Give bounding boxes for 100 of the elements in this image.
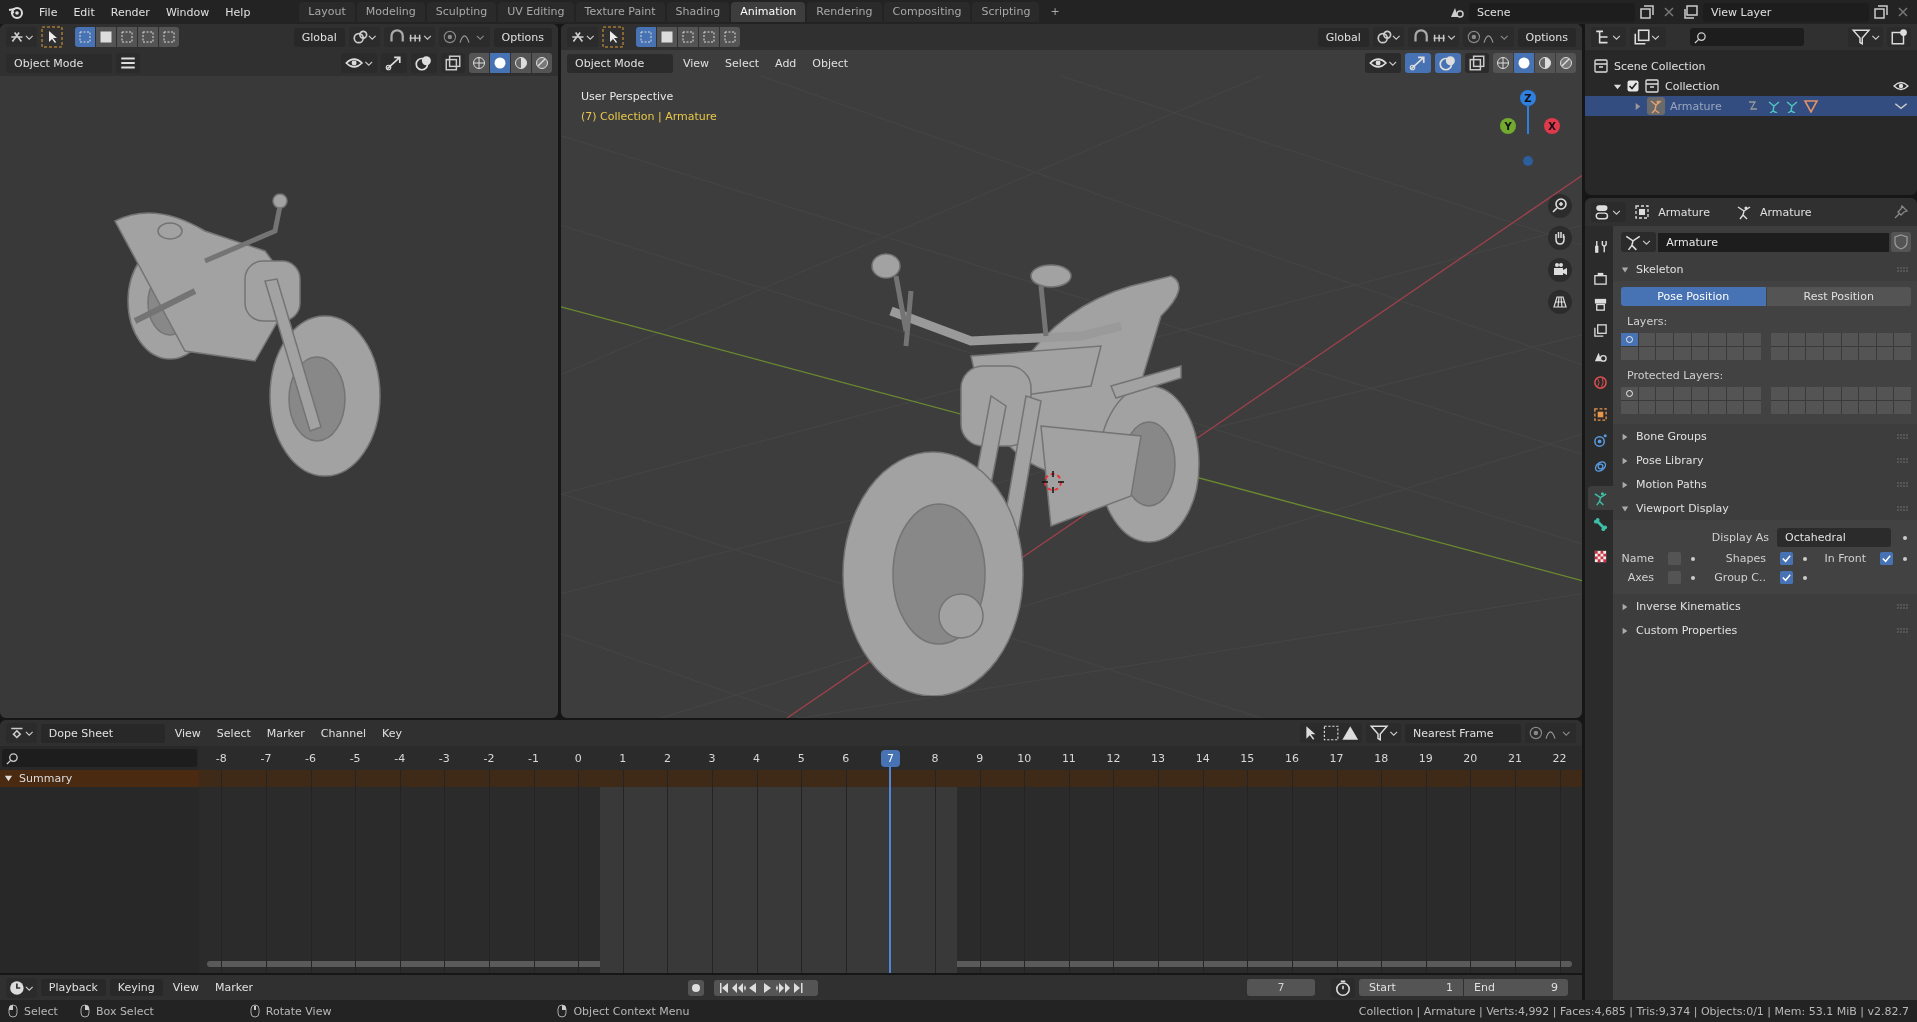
disclosure-triangle-icon[interactable] <box>1621 626 1629 635</box>
position-toggle[interactable]: Rest Position <box>1766 287 1911 306</box>
layer-toggle[interactable] <box>1841 333 1859 346</box>
physics-tab-icon[interactable] <box>1593 432 1608 448</box>
copy-icon[interactable] <box>1639 4 1655 20</box>
frame-number[interactable]: -7 <box>256 750 276 766</box>
xray-icon[interactable] <box>1465 53 1489 73</box>
display-as-dropdown[interactable]: Octahedral <box>1777 528 1891 547</box>
frame-number[interactable]: 16 <box>1280 750 1303 766</box>
menu-item[interactable]: Channel <box>314 723 372 743</box>
options-dropdown[interactable]: Options <box>1517 27 1576 47</box>
disclosure-triangle-icon[interactable] <box>1621 456 1629 465</box>
frame-number[interactable]: 10 <box>1013 750 1036 766</box>
frame-number[interactable]: 1 <box>615 750 631 766</box>
layer-toggle[interactable] <box>1656 333 1673 346</box>
clock-icon[interactable] <box>6 977 37 998</box>
horizontal-scrollbar[interactable] <box>207 961 1572 967</box>
overlays-toggle-icon[interactable] <box>410 53 437 73</box>
disclosure-triangle-icon[interactable] <box>1621 504 1629 513</box>
layer-toggle[interactable] <box>1691 347 1709 360</box>
layer-toggle[interactable] <box>1876 333 1894 346</box>
disclosure-triangle-icon[interactable] <box>1621 265 1629 274</box>
layer-toggle[interactable] <box>1771 401 1788 414</box>
layer-toggle[interactable] <box>1788 347 1806 360</box>
layer-toggle[interactable] <box>1771 347 1788 360</box>
panel-header[interactable]: Skeleton <box>1613 258 1917 281</box>
layer-toggle[interactable] <box>1823 401 1841 414</box>
frame-number[interactable]: -1 <box>524 750 544 766</box>
axis-handle[interactable]: Z <box>1520 90 1536 106</box>
scene-field[interactable]: Scene <box>1469 2 1635 22</box>
add-workspace-button[interactable]: + <box>1041 2 1069 22</box>
frame-number[interactable]: -5 <box>345 750 365 766</box>
blender-logo-icon[interactable] <box>8 4 24 20</box>
menu-icon[interactable] <box>116 53 140 73</box>
checkbox[interactable] <box>1880 552 1893 565</box>
panel-title[interactable]: Motion Paths <box>1636 478 1707 491</box>
keyframe-dot-icon[interactable] <box>1691 575 1695 580</box>
layer-toggle[interactable] <box>1771 387 1788 400</box>
pivot-icon[interactable] <box>348 27 380 47</box>
workspace-tab[interactable]: Compositing <box>883 2 971 22</box>
display-mode-icon[interactable] <box>1630 27 1666 47</box>
select-tool-icon[interactable] <box>601 26 624 48</box>
playhead-line[interactable] <box>889 766 892 973</box>
disclosure-triangle-icon[interactable] <box>1621 480 1629 489</box>
constraints-tab-icon[interactable] <box>1593 458 1608 474</box>
orientation-dropdown[interactable]: Global <box>1317 27 1369 47</box>
outliner-row[interactable]: Scene Collection <box>1585 56 1917 76</box>
mode-dropdown[interactable]: Object Mode <box>6 53 112 73</box>
layer-toggle[interactable] <box>1638 401 1656 414</box>
new-collection-icon[interactable] <box>1887 27 1911 47</box>
panel-title[interactable]: Pose Library <box>1636 454 1704 467</box>
layer-toggle[interactable] <box>1876 347 1894 360</box>
keyframe-dot-icon[interactable] <box>1903 535 1907 540</box>
frame-number[interactable]: 21 <box>1503 750 1526 766</box>
layer-toggle[interactable] <box>1691 333 1709 346</box>
frame-number[interactable]: 20 <box>1459 750 1482 766</box>
frame-number[interactable]: 5 <box>793 750 809 766</box>
editor-type-icon[interactable] <box>1591 27 1627 47</box>
editor-type-icon[interactable] <box>6 27 37 47</box>
panel-title[interactable]: Skeleton <box>1636 263 1684 276</box>
bone-tab-icon[interactable] <box>1593 516 1608 532</box>
snap-icon[interactable] <box>1407 27 1459 47</box>
layer-toggle[interactable] <box>1691 387 1709 400</box>
grip-icon[interactable] <box>1897 481 1909 488</box>
record-icon[interactable] <box>687 979 704 996</box>
timeline-dropdown[interactable]: Keying <box>109 979 163 996</box>
workspace-tab[interactable]: Layout <box>299 2 355 22</box>
layer-toggle[interactable] <box>1771 333 1788 346</box>
orientation-dropdown[interactable]: Global <box>293 27 345 47</box>
editor-type-icon[interactable] <box>567 27 598 47</box>
layer-toggle[interactable] <box>1788 401 1806 414</box>
workspace-tab[interactable]: Scripting <box>972 2 1040 22</box>
editor-type-icon[interactable] <box>1591 202 1627 222</box>
current-frame-field[interactable]: 7 <box>1247 979 1315 996</box>
layer-toggle[interactable] <box>1823 387 1841 400</box>
shield-icon[interactable] <box>1891 232 1911 252</box>
menu-item[interactable]: Edit <box>66 3 102 21</box>
image-stack-icon[interactable] <box>1683 4 1699 20</box>
layer-toggle[interactable] <box>1673 347 1691 360</box>
zoom-icon[interactable] <box>1548 194 1572 218</box>
layer-toggle[interactable] <box>1859 333 1876 346</box>
panel-title[interactable]: Inverse Kinematics <box>1636 600 1741 613</box>
stopwatch-icon[interactable] <box>1331 977 1355 998</box>
layer-toggle[interactable] <box>1638 333 1656 346</box>
menu-item[interactable]: View <box>677 53 716 73</box>
frame-number[interactable]: 12 <box>1102 750 1125 766</box>
menu-item[interactable]: Render <box>103 3 157 21</box>
grip-icon[interactable] <box>1897 505 1909 512</box>
grip-icon[interactable] <box>1897 603 1909 610</box>
layer-toggle[interactable] <box>1621 387 1638 400</box>
keyframe-dot-icon[interactable] <box>1691 556 1695 561</box>
layer-toggle[interactable] <box>1806 347 1823 360</box>
frame-number[interactable]: 2 <box>659 750 675 766</box>
menu-item[interactable]: Add <box>769 53 803 73</box>
frame-number[interactable]: -2 <box>479 750 499 766</box>
menu-item[interactable]: File <box>32 3 65 21</box>
frame-number[interactable]: 8 <box>927 750 943 766</box>
world-tab-icon[interactable] <box>1593 374 1608 390</box>
menu-item[interactable]: Select <box>719 53 766 73</box>
workspace-tab[interactable]: Shading <box>666 2 730 22</box>
